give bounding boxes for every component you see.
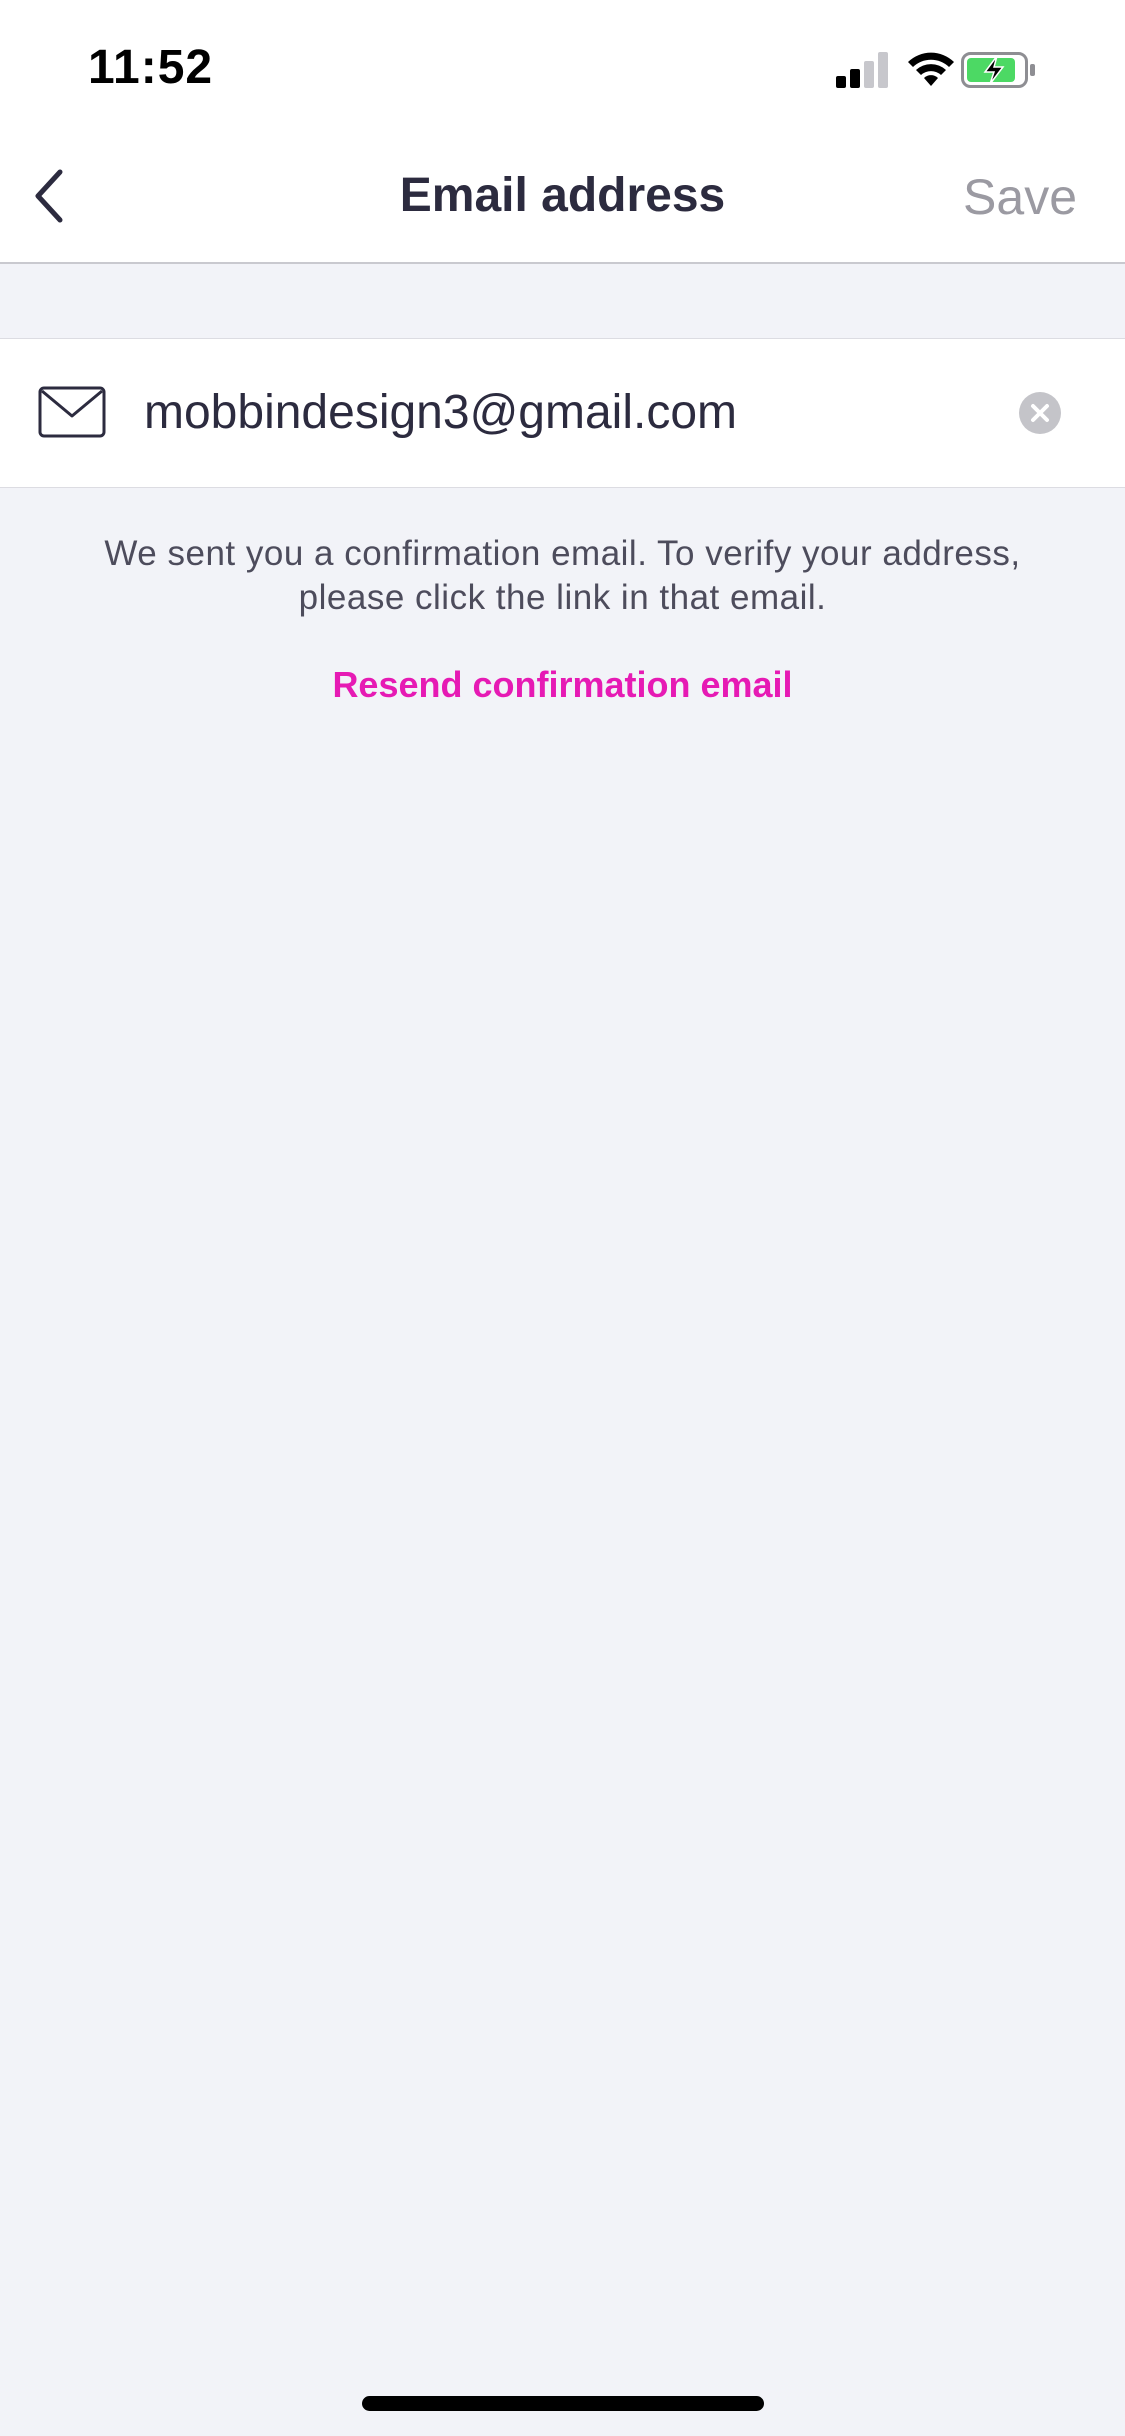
resend-confirmation-link[interactable]: Resend confirmation email xyxy=(0,664,1125,706)
page-title: Email address xyxy=(399,169,726,222)
signal-icon xyxy=(836,52,890,93)
status-bar: 11:52 xyxy=(0,0,1125,132)
mail-icon xyxy=(38,386,106,443)
screen: 11:52 Email address Save mobbindesign3@g… xyxy=(0,0,1125,2436)
home-indicator[interactable] xyxy=(362,2396,764,2411)
save-button[interactable]: Save xyxy=(963,168,1077,226)
confirmation-message: We sent you a confirmation email. To ver… xyxy=(104,534,1021,617)
navigation-bar: Email address Save xyxy=(0,132,1125,264)
email-field-row xyxy=(0,338,1125,488)
email-input[interactable] xyxy=(144,377,984,447)
battery-charging-icon xyxy=(961,52,1037,93)
clear-icon[interactable] xyxy=(1019,392,1061,434)
wifi-icon xyxy=(906,50,956,93)
status-time: 11:52 xyxy=(88,41,214,94)
